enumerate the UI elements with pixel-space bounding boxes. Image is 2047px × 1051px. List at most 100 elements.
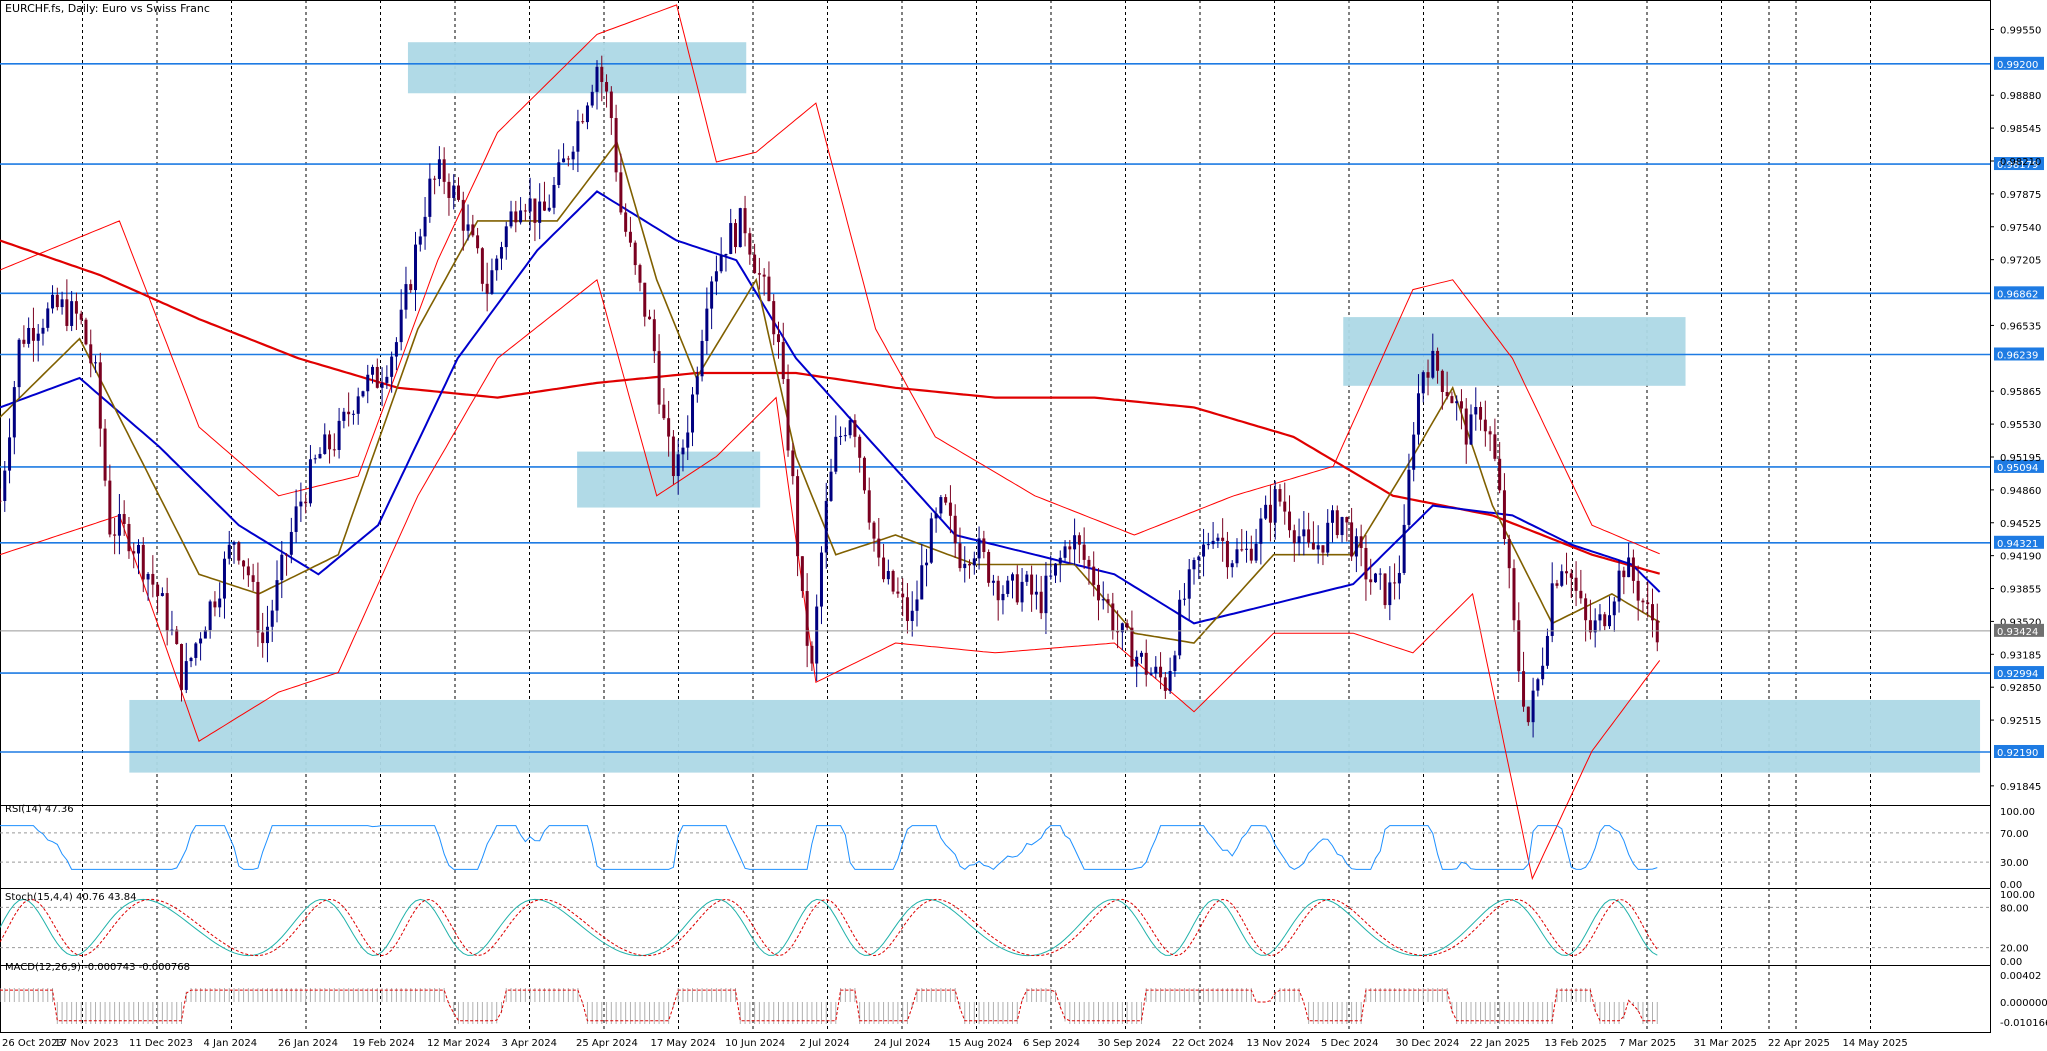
candle-body — [1340, 517, 1344, 536]
candle-body — [1445, 392, 1449, 397]
candle-body — [1302, 529, 1306, 537]
candle-body — [762, 274, 766, 277]
support-resistance-zone — [577, 451, 761, 508]
candle-body — [1369, 579, 1373, 583]
macd-pane-frame — [0, 965, 1991, 1033]
y-tick-label: 0.96535 — [2000, 321, 2041, 332]
candle-body — [490, 270, 494, 294]
candle-body — [853, 420, 857, 437]
candle-body — [399, 309, 403, 343]
candle-body — [74, 301, 78, 314]
rsi-axis-label: 30.00 — [2000, 858, 2029, 869]
rsi-pane: 100.0070.0030.000.00 — [0, 805, 2035, 891]
candle-body — [624, 212, 628, 232]
candle-body — [27, 327, 31, 344]
candle-body — [686, 432, 690, 448]
support-resistance-zone — [1343, 317, 1686, 386]
candle-body — [308, 459, 312, 504]
candle-body — [461, 199, 465, 231]
x-tick-label: 31 Mar 2025 — [1694, 1038, 1757, 1049]
candle-body — [1292, 530, 1296, 544]
candle-body — [633, 242, 637, 266]
candle-body — [1025, 574, 1029, 582]
candle-body — [1474, 406, 1478, 415]
y-tick-label: 0.99550 — [2000, 25, 2041, 36]
x-tick-label: 17 May 2024 — [651, 1038, 716, 1049]
candle-body — [1144, 652, 1148, 675]
candle-body — [509, 211, 513, 227]
candle-body — [1373, 573, 1377, 583]
candle-body — [1182, 598, 1186, 600]
candle-body — [1517, 620, 1521, 672]
candle-body — [227, 544, 231, 559]
candle-body — [1584, 598, 1588, 621]
macd-axis-label: 0.00402 — [2000, 971, 2041, 982]
candle-body — [1096, 584, 1100, 601]
rsi-label: RSI(14) 47.36 — [5, 804, 74, 815]
candle-body — [581, 121, 585, 123]
candle-body — [901, 593, 905, 598]
candle-body — [1163, 677, 1167, 691]
macd-axis-label: 0.000000 — [2000, 998, 2047, 1009]
y-tick-label: 0.92515 — [2000, 716, 2041, 727]
stoch-axis-label: 100.00 — [2000, 890, 2035, 901]
x-tick-label: 7 Mar 2025 — [1619, 1038, 1676, 1049]
candle-body — [1354, 536, 1358, 557]
candle-body — [810, 645, 814, 664]
candle-body — [628, 231, 632, 243]
candle-body — [1154, 666, 1158, 674]
candle-body — [495, 258, 499, 271]
candle-body — [1240, 549, 1244, 551]
candle-body — [1221, 537, 1225, 541]
candle-body — [1436, 350, 1440, 371]
candle-body — [753, 254, 757, 274]
chart-canvas[interactable]: 0.992000.981790.968620.962390.950940.943… — [0, 0, 2047, 1051]
candle-body — [1039, 591, 1043, 614]
candle-body — [538, 201, 542, 223]
chart-root: 0.99200 0.98179 0.96862 0.96239 0.95094 0.943… — [0, 0, 2047, 1051]
candle-body — [671, 436, 675, 477]
candle-body — [1159, 666, 1163, 678]
x-tick-label: 12 Mar 2024 — [427, 1038, 490, 1049]
candle-body — [1307, 529, 1311, 543]
candle-body — [1063, 546, 1067, 558]
x-tick-label: 19 Feb 2024 — [353, 1038, 415, 1049]
candle-body — [1359, 536, 1363, 548]
candle-body — [1058, 557, 1062, 564]
candle-body — [781, 342, 785, 380]
candle-body — [1321, 545, 1325, 553]
bollinger-upper-band — [0, 4, 1660, 555]
stoch-axis-label: 20.00 — [2000, 944, 2029, 955]
candle-body — [1469, 414, 1473, 445]
candle-body — [719, 255, 723, 272]
candle-body — [1650, 604, 1654, 621]
candle-body — [390, 356, 394, 377]
candle-body — [1178, 599, 1182, 656]
candle-body — [318, 453, 322, 459]
chart-title: EURCHF.fs, Daily: Euro vs Swiss Franc — [5, 2, 210, 15]
candle-body — [547, 207, 551, 211]
candle-body — [375, 366, 379, 388]
candle-body — [480, 248, 484, 284]
candle-body — [1555, 583, 1559, 586]
candle-body — [910, 610, 914, 622]
candle-body — [1197, 556, 1201, 561]
candle-body — [289, 531, 293, 555]
candle-body — [385, 376, 389, 383]
candle-body — [146, 573, 150, 580]
candle-body — [996, 580, 1000, 601]
candle-body — [1125, 623, 1129, 628]
y-tick-label: 0.97205 — [2000, 256, 2041, 267]
candle-body — [1006, 580, 1010, 594]
y-tick-label: 0.95865 — [2000, 387, 2041, 398]
candle-body — [638, 265, 642, 283]
candle-body — [1350, 522, 1354, 557]
candle-body — [380, 382, 384, 388]
candle-body — [0, 500, 2, 502]
candle-body — [1565, 571, 1569, 574]
candle-body — [1135, 656, 1139, 667]
candle-body — [1020, 581, 1024, 603]
candle-body — [1464, 408, 1468, 445]
x-tick-label: 2 Jul 2024 — [800, 1038, 850, 1049]
stoch-label: Stoch(15,4,4) 40.76 43.84 — [5, 892, 136, 903]
